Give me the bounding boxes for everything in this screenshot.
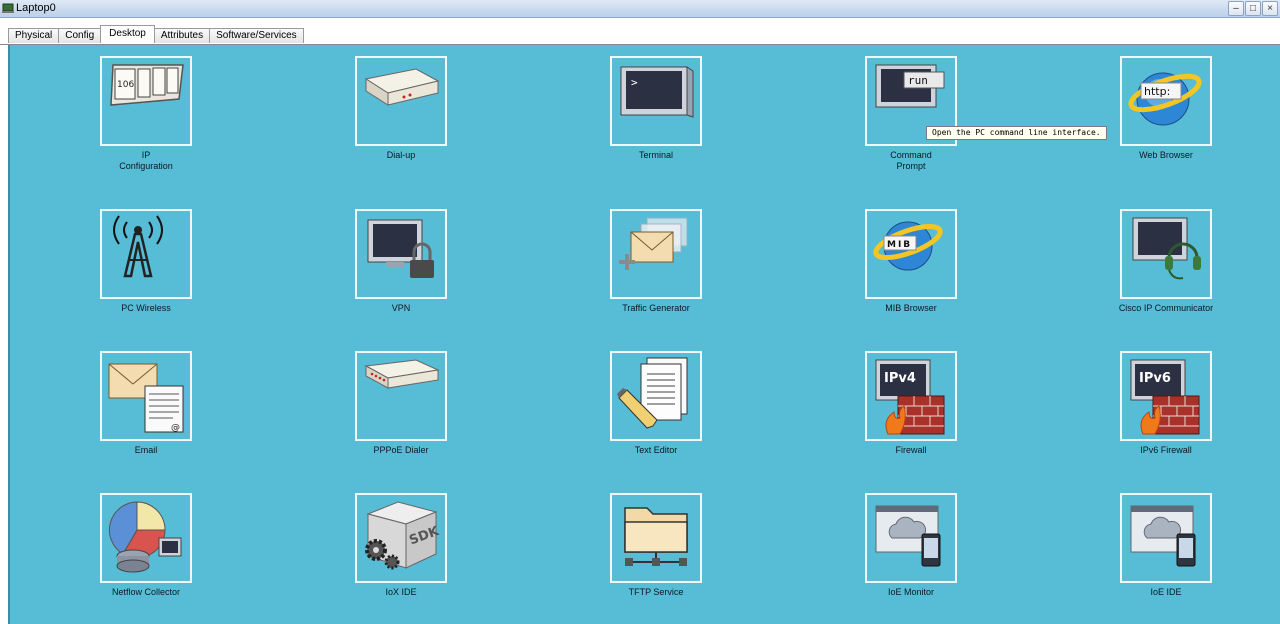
minimize-button[interactable]: – — [1228, 1, 1244, 16]
ipv6-firewall-icon: IPv6 — [1130, 359, 1200, 435]
web-browser-button[interactable]: http: — [1120, 56, 1212, 146]
email-icon: @ — [108, 363, 184, 433]
netflow-collector-button[interactable] — [100, 493, 192, 583]
ipv6-firewall-button[interactable]: IPv6 — [1120, 351, 1212, 441]
window-controls: – □ × — [1228, 1, 1278, 17]
app-label: IP Configuration — [119, 150, 173, 171]
text-editor-icon — [617, 357, 688, 429]
app-label: IoX IDE — [385, 587, 417, 597]
vpn-lock-icon — [367, 219, 434, 278]
pc-wireless-button[interactable] — [100, 209, 192, 299]
app-label: IoE Monitor — [887, 587, 935, 597]
traffic-generator-button[interactable] — [610, 209, 702, 299]
text-editor-button[interactable] — [610, 351, 702, 441]
app-label: Cisco IP Communicator — [1118, 303, 1214, 313]
tftp-service-button[interactable] — [610, 493, 702, 583]
email-button[interactable]: @ — [100, 351, 192, 441]
app-label: Firewall — [895, 445, 927, 455]
app-window-icon — [2, 3, 14, 13]
maximize-button[interactable]: □ — [1245, 1, 1261, 16]
iox-ide-button[interactable]: SDK — [355, 493, 447, 583]
window-title: Laptop0 — [16, 2, 56, 14]
svg-text:@: @ — [171, 423, 180, 433]
app-label: Text Editor — [634, 445, 678, 455]
app-label: IPv6 Firewall — [1140, 445, 1192, 455]
netflow-collector-icon — [108, 501, 182, 573]
cisco-ip-communicator-button[interactable] — [1120, 209, 1212, 299]
mib-text: MIB — [887, 240, 912, 250]
title-bar: Laptop0 – □ × — [0, 0, 1280, 18]
tab-desktop[interactable]: Desktop — [100, 25, 155, 43]
ip-number-text: 106 — [117, 80, 134, 90]
app-label: PPPoE Dialer — [373, 445, 429, 455]
firewall-button[interactable]: IPv4 — [865, 351, 957, 441]
app-label: MIB Browser — [885, 303, 937, 313]
ip-configuration-icon: 106 — [110, 64, 184, 106]
tftp-folder-icon — [624, 507, 688, 566]
mib-browser-icon: MIB — [873, 221, 943, 271]
pppoe-dialer-icon — [364, 359, 440, 389]
tab-attributes[interactable]: Attributes — [153, 28, 211, 43]
iox-ide-icon: SDK — [365, 501, 442, 570]
web-browser-icon: http: — [1128, 72, 1202, 126]
ioe-ide-icon — [1130, 505, 1196, 567]
ip-communicator-icon — [1132, 217, 1201, 280]
firewall-icon: IPv4 — [875, 359, 945, 435]
tab-strip: Physical Config Desktop Attributes Softw… — [0, 18, 1280, 45]
app-label: Dial-up — [386, 150, 416, 160]
ipv4-text: IPv4 — [884, 371, 916, 386]
command-prompt-tooltip: Open the PC command line interface. — [926, 126, 1107, 140]
traffic-generator-icon — [619, 217, 688, 270]
app-label: Email — [134, 445, 158, 455]
app-label: PC Wireless — [121, 303, 171, 313]
svg-text:>: > — [631, 76, 638, 89]
app-label: TFTP Service — [628, 587, 684, 597]
app-label: Terminal — [638, 150, 673, 160]
tab-physical[interactable]: Physical — [8, 28, 60, 43]
ioe-monitor-icon — [875, 505, 941, 567]
run-text: run — [908, 74, 928, 87]
modem-icon — [364, 68, 440, 106]
ip-configuration-button[interactable]: 106 — [100, 56, 192, 146]
mib-browser-button[interactable]: MIB — [865, 209, 957, 299]
wireless-tower-icon — [113, 215, 163, 278]
app-label: IoE IDE — [1150, 587, 1182, 597]
app-label: Command Prompt — [890, 150, 932, 171]
app-label: Netflow Collector — [111, 587, 181, 597]
dial-up-button[interactable] — [355, 56, 447, 146]
terminal-button[interactable]: > — [610, 56, 702, 146]
ipv6-text: IPv6 — [1139, 371, 1171, 386]
vpn-button[interactable] — [355, 209, 447, 299]
app-label: Web Browser — [1139, 150, 1193, 160]
ioe-ide-button[interactable] — [1120, 493, 1212, 583]
app-label: Traffic Generator — [622, 303, 690, 313]
http-text: http: — [1144, 85, 1170, 98]
tab-software-services[interactable]: Software/Services — [209, 28, 304, 43]
tab-config[interactable]: Config — [58, 28, 102, 43]
app-label: VPN — [391, 303, 411, 313]
ioe-monitor-button[interactable] — [865, 493, 957, 583]
terminal-icon: > — [620, 66, 694, 118]
close-button[interactable]: × — [1262, 1, 1278, 16]
pppoe-dialer-button[interactable] — [355, 351, 447, 441]
